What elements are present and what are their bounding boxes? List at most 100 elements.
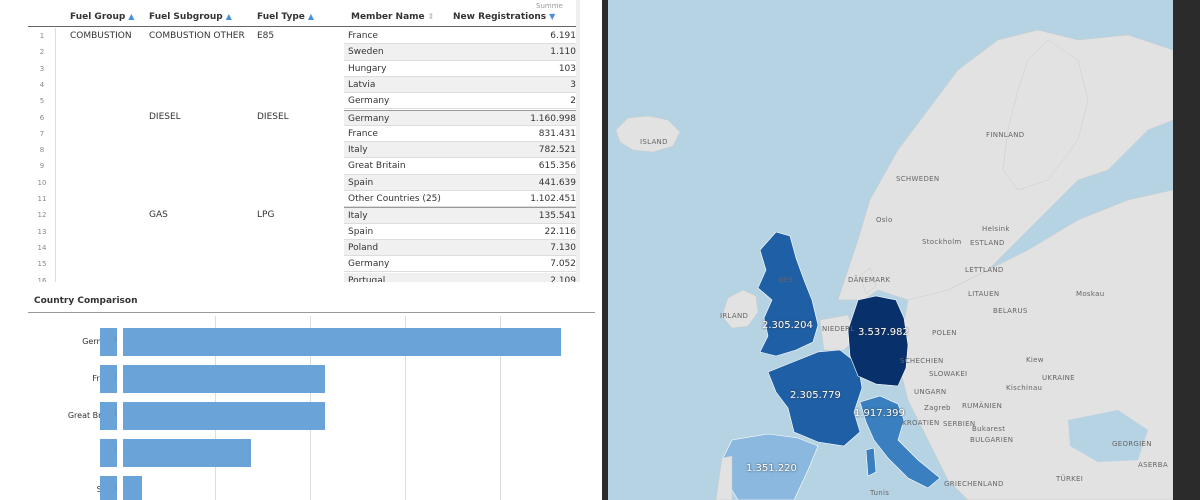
row-number: 15: [37, 260, 47, 269]
member-name-cell: Germany: [348, 259, 390, 270]
table-row[interactable]: Other Countries (25) 1.102.451: [344, 191, 576, 208]
row-number: 7: [39, 129, 45, 138]
row-number: 10: [37, 178, 47, 187]
great-britain-shape: [757, 231, 819, 357]
label-finnland: FINNLAND: [986, 131, 1025, 139]
row-number: 8: [39, 146, 45, 155]
table-row[interactable]: Portugal 2.109: [344, 272, 576, 283]
row-number: 11: [37, 195, 47, 203]
member-name-cell: Hungary: [348, 63, 387, 74]
label-estland: ESTLAND: [970, 239, 1005, 247]
left-panel: Summe Fuel Group ▲ Fuel Subgroup ▲ Fuel Ty…: [0, 0, 602, 500]
sort-asc-icon[interactable]: ▲: [308, 12, 314, 21]
table-row[interactable]: Latvia 3: [344, 76, 576, 94]
row-number: 2: [39, 48, 45, 57]
table-scrollbar[interactable]: [576, 0, 580, 282]
member-name-cell: Latvia: [348, 79, 376, 90]
header-member-name[interactable]: Member Name ⇕: [351, 12, 434, 22]
label-daenemark: DÄNEMARK: [848, 276, 891, 284]
registrations-cell: 615.356: [538, 161, 576, 172]
value-germany: 3.537.982: [858, 327, 909, 338]
city-moskau: Moskau: [1076, 290, 1105, 298]
table-row[interactable]: Italy 135.541: [344, 207, 576, 224]
registrations-cell: 782.521: [538, 145, 576, 156]
registrations-cell: 7.130: [550, 242, 576, 253]
label-ungarn: UNGARN: [914, 388, 947, 396]
axis-break-icon: ≀: [114, 371, 118, 382]
sardinia-shape: [865, 447, 877, 477]
label-ges: GES: [778, 276, 794, 284]
member-name-cell: Italy: [348, 145, 368, 156]
table-row[interactable]: Germany 2: [344, 93, 576, 110]
sort-asc-icon[interactable]: ▲: [226, 12, 232, 21]
table-header: Fuel Group ▲ Fuel Subgroup ▲ Fuel Type ▲ Me…: [28, 9, 576, 27]
row-number: 14: [37, 243, 47, 252]
registrations-cell: 1.160.998: [530, 113, 576, 124]
header-fuel-subgroup[interactable]: Fuel Subgroup ▲: [149, 12, 232, 22]
map-svg: [615, 29, 1173, 500]
table-row[interactable]: Sweden 1.110: [344, 44, 576, 61]
table-row[interactable]: Spain 22.116: [344, 224, 576, 240]
table-row[interactable]: Germany 1.160.998: [344, 109, 576, 126]
sort-asc-icon[interactable]: ▲: [128, 12, 134, 21]
label-kroatien: KROATIEN: [902, 419, 940, 427]
label-slowakei: SLOWAKEI: [929, 370, 968, 378]
table-row[interactable]: Poland 7.130: [344, 239, 576, 257]
sort-desc-icon[interactable]: ▼: [549, 12, 555, 21]
label-tschechien: SCHECHIEN: [900, 357, 944, 365]
registrations-cell: 831.431: [538, 128, 576, 139]
sort-neutral-icon[interactable]: ⇕: [428, 12, 435, 21]
registrations-cell: 1.102.451: [530, 194, 576, 204]
label-niederlande: NIEDERL: [822, 325, 855, 333]
table-row[interactable]: France 6.191: [344, 28, 576, 45]
value-italy: 1.917.399: [854, 408, 905, 419]
row-number: 16: [37, 276, 47, 283]
bar-germany[interactable]: [100, 328, 561, 356]
subgroup-gas: GAS: [149, 210, 168, 220]
table-row[interactable]: Spain 441.639: [344, 174, 576, 191]
member-name-cell: Germany: [348, 96, 390, 107]
table-row[interactable]: Germany 7.052: [344, 256, 576, 273]
label-island: ISLAND: [640, 138, 668, 146]
row-number: 4: [39, 80, 45, 89]
registrations-cell: 6.191: [550, 31, 576, 41]
label-georgien: GEORGIEN: [1112, 440, 1152, 448]
type-e85: E85: [257, 31, 275, 41]
member-name-cell: Portugal: [348, 275, 386, 283]
europe-map[interactable]: ISLAND FINNLAND SCHWEDEN ESTLAND LETTLAN…: [608, 0, 1173, 500]
member-name-cell: Italy: [348, 211, 368, 222]
member-name-cell: France: [348, 31, 378, 41]
bar-france[interactable]: [100, 365, 326, 393]
bar-great-britain[interactable]: [100, 402, 325, 430]
type-lpg: LPG: [257, 210, 275, 220]
table-row[interactable]: Great Britain 615.356: [344, 158, 576, 175]
registrations-cell: 441.639: [538, 177, 576, 188]
ireland-shape: [721, 289, 759, 329]
city-helsinki: Helsink: [982, 225, 1010, 233]
label-ukraine: UKRAINE: [1042, 374, 1075, 382]
table-row[interactable]: Hungary 103: [344, 61, 576, 77]
table-row[interactable]: France 831.431: [344, 126, 576, 143]
row-number: 3: [39, 64, 45, 73]
city-tunis: Tunis: [870, 489, 890, 497]
member-name-cell: Germany: [348, 113, 390, 124]
row-number-column: 1 2 3 4 5 6 7 8 9 10 11 12 13 14 15 16: [28, 28, 56, 282]
label-litauen: LITAUEN: [968, 290, 1000, 298]
city-kiew: Kiew: [1026, 356, 1044, 364]
header-fuel-type[interactable]: Fuel Type ▲: [257, 12, 314, 22]
header-fuel-group[interactable]: Fuel Group ▲: [70, 12, 134, 22]
value-spain: 1.351.220: [746, 463, 797, 474]
city-kischinau: Kischinau: [1006, 384, 1043, 392]
row-number: 9: [39, 162, 45, 171]
label-irland: IRLAND: [720, 312, 749, 320]
table-row[interactable]: Italy 782.521: [344, 142, 576, 159]
header-new-registrations[interactable]: New Registrations ▼: [453, 12, 555, 22]
label-schweden: SCHWEDEN: [896, 175, 940, 183]
value-great-britain: 2.305.204: [762, 320, 813, 331]
registrations-cell: 7.052: [550, 259, 576, 270]
city-stockholm: Stockholm: [922, 238, 962, 246]
label-turkei: TÜRKEI: [1056, 475, 1084, 483]
row-number: 5: [39, 97, 45, 106]
city-oslo: Oslo: [876, 216, 893, 224]
axis-break-icon: ≀: [114, 482, 118, 493]
